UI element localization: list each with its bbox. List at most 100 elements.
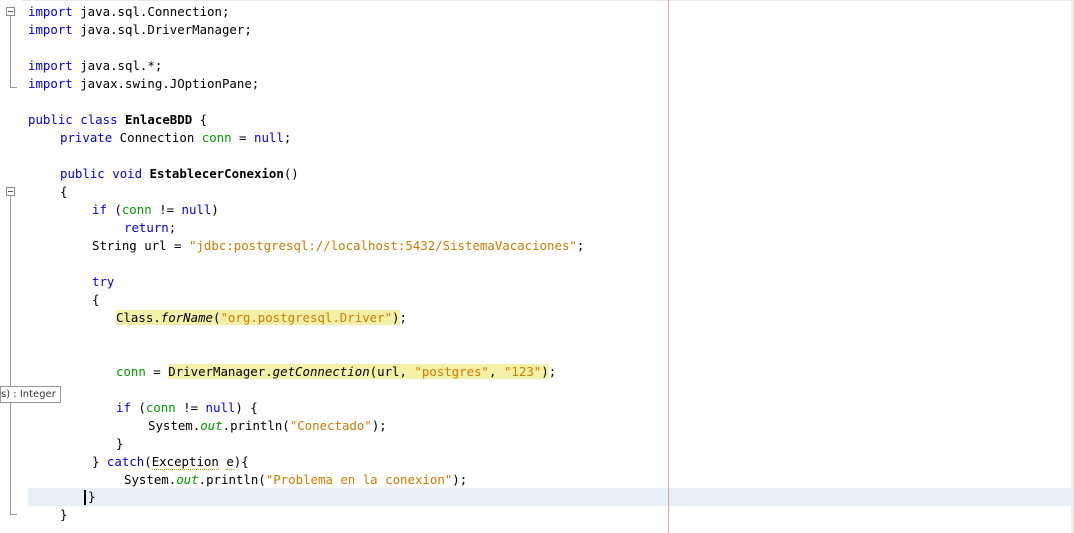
code-line-13[interactable]: return; <box>28 219 176 237</box>
code-text: ; <box>399 310 407 325</box>
field-name: conn <box>201 130 232 145</box>
code-text: javax.swing.JOptionPane; <box>72 76 260 91</box>
exception-variable: e <box>226 454 234 470</box>
code-line-16[interactable]: try <box>28 273 114 291</box>
keyword: if <box>116 400 131 415</box>
fold-end-method <box>10 514 17 515</box>
collapse-imports-icon[interactable] <box>6 7 15 16</box>
code-text: ; <box>576 238 585 253</box>
code-text: java.sql.Connection; <box>72 4 230 19</box>
code-text: { <box>92 292 100 307</box>
code-line-26[interactable]: } catch(Exception e){ <box>28 453 249 471</box>
code-line-10[interactable]: public void EstablecerConexion() <box>28 165 299 183</box>
code-line-14[interactable]: String url = "jdbc:postgresql://localhos… <box>28 237 584 255</box>
keyword: public <box>28 112 73 127</box>
code-text: ); <box>371 418 387 433</box>
code-text: } <box>116 436 124 451</box>
code-text: java.sql.DriverManager; <box>72 22 252 37</box>
editor-top-border <box>0 0 1074 1</box>
current-line-highlight <box>28 488 1071 506</box>
code-line-28[interactable]: } <box>28 488 95 506</box>
keyword: null <box>181 202 212 217</box>
code-line-17[interactable]: { <box>28 291 99 309</box>
code-editor[interactable]: import java.sql.Connection; import java.… <box>0 0 1074 533</box>
code-text: DriverManager. <box>168 364 273 379</box>
collapse-method-icon[interactable] <box>6 187 15 196</box>
field-name: conn <box>121 202 152 217</box>
string-literal: "jdbc:postgresql://localhost:5432/Sistem… <box>188 238 577 253</box>
string-literal: "Problema en la conexion" <box>265 472 453 487</box>
code-line-7[interactable]: public class EnlaceBDD { <box>28 111 207 129</box>
keyword: try <box>92 274 115 289</box>
code-line-24[interactable]: System.out.println("Conectado"); <box>28 417 387 435</box>
code-text: = <box>145 364 169 379</box>
code-line-23[interactable]: if (conn != null) { <box>28 399 258 417</box>
right-margin-guide <box>668 0 669 533</box>
code-text: ; <box>548 364 557 379</box>
code-text: ); <box>452 472 468 487</box>
keyword: return <box>124 220 169 235</box>
code-text: != <box>175 400 206 415</box>
method-call: getConnection <box>272 364 370 379</box>
code-text: } <box>92 454 107 469</box>
code-text: ) <box>211 202 219 217</box>
keyword: import <box>28 76 73 91</box>
code-line-5[interactable]: import javax.swing.JOptionPane; <box>28 75 259 93</box>
code-text: .println( <box>222 418 290 433</box>
code-text: Class. <box>116 310 161 325</box>
code-line-21[interactable]: conn = DriverManager.getConnection(url, … <box>28 363 556 381</box>
code-text: } <box>60 507 68 522</box>
keyword: null <box>205 400 236 415</box>
code-text: { <box>60 184 68 199</box>
code-text: ){ <box>233 454 249 469</box>
code-text: } <box>88 489 96 504</box>
code-line-2[interactable]: import java.sql.DriverManager; <box>28 21 252 39</box>
static-field: out <box>176 472 199 487</box>
code-line-12[interactable]: if (conn != null) <box>28 201 219 219</box>
code-text: System. <box>148 418 201 433</box>
code-text: .println( <box>198 472 266 487</box>
code-text: ( <box>106 202 122 217</box>
code-text: ) { <box>235 400 258 415</box>
code-line-25[interactable]: } <box>28 435 123 453</box>
type-tooltip: s) : Integer <box>0 386 61 403</box>
keyword: void <box>112 166 143 181</box>
exception-type: Exception <box>151 454 219 470</box>
code-text: ; <box>283 130 292 145</box>
field-name: conn <box>145 400 176 415</box>
keyword: private <box>60 130 113 145</box>
keyword: class <box>80 112 118 127</box>
code-line-4[interactable]: import java.sql.*; <box>28 57 162 75</box>
warning-highlight[interactable]: DriverManager.getConnection(url, "postgr… <box>168 364 549 379</box>
code-text: java.sql.*; <box>72 58 163 73</box>
code-text: = <box>231 130 254 145</box>
code-text: (url, <box>369 364 415 379</box>
code-text: ( <box>130 400 146 415</box>
code-line-1[interactable]: import java.sql.Connection; <box>28 3 229 21</box>
code-text: != <box>151 202 182 217</box>
code-text: { <box>192 112 208 127</box>
code-text: String url = <box>92 238 189 253</box>
code-line-8[interactable]: private Connection conn = null; <box>28 129 291 147</box>
fold-guide-imports <box>10 16 11 87</box>
code-text: System. <box>124 472 177 487</box>
keyword: public <box>60 166 105 181</box>
static-field: out <box>200 418 223 433</box>
string-literal: "org.postgresql.Driver" <box>220 310 393 325</box>
keyword: import <box>28 58 73 73</box>
string-literal: "Conectado" <box>289 418 372 433</box>
keyword: import <box>28 22 73 37</box>
field-name: conn <box>116 364 146 379</box>
keyword: if <box>92 202 107 217</box>
code-line-11[interactable]: { <box>28 183 67 201</box>
code-line-27[interactable]: System.out.println("Problema en la conex… <box>28 471 467 489</box>
warning-highlight[interactable]: Class.forName("org.postgresql.Driver") <box>116 310 400 325</box>
fold-gutter <box>0 0 22 533</box>
fold-end-imports <box>10 87 17 88</box>
code-line-29[interactable]: } <box>28 506 67 524</box>
text-caret <box>84 490 86 505</box>
code-line-18[interactable]: Class.forName("org.postgresql.Driver"); <box>28 309 407 327</box>
class-name: EnlaceBDD <box>125 112 193 127</box>
string-literal: "postgres" <box>414 364 490 379</box>
code-text: Connection <box>112 130 202 145</box>
